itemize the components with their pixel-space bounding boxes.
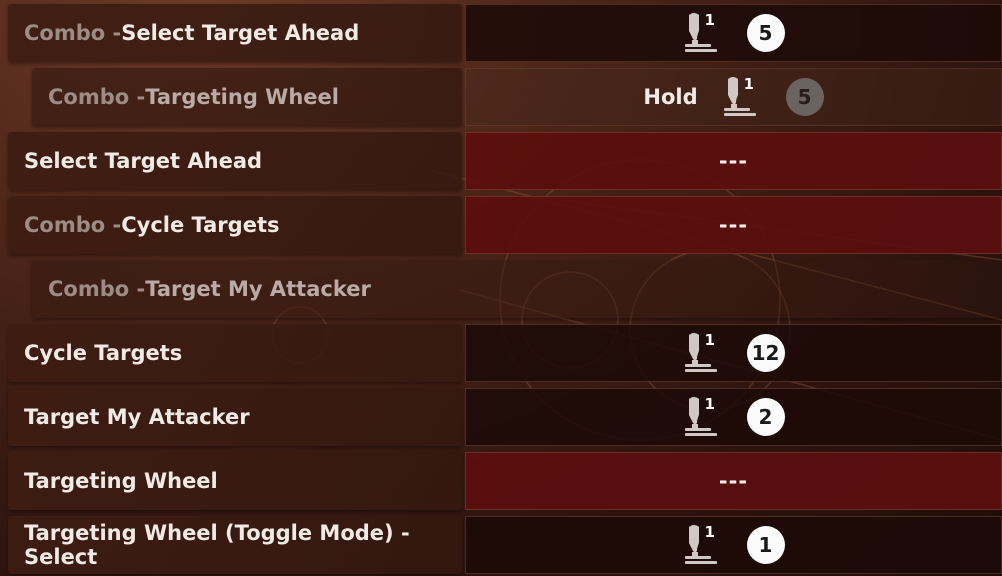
binding-cell[interactable]: --- [465,132,1002,190]
joystick-icon: 1 [683,11,723,55]
combo-prefix: Combo - [24,213,122,237]
action-name: Targeting Wheel (Toggle Mode) - Select [24,521,410,569]
action-label: Select Target Ahead [8,132,462,190]
binding: Hold 1 5 [643,75,824,119]
action-label: Targeting Wheel [8,452,462,510]
action-label: Targeting Wheel (Toggle Mode) - Select [8,516,462,574]
unbound-text: --- [718,213,749,237]
device-number: 1 [743,75,755,93]
binding: 1 2 [683,395,785,439]
action-label: Combo - Target My Attacker [32,260,1002,318]
binding-row[interactable]: Cycle Targets 1 12 [8,324,1002,382]
binding-cell[interactable]: 1 5 [465,4,1002,62]
action-name: Target My Attacker [145,277,371,301]
binding-row[interactable]: Combo - Cycle Targets --- [8,196,1002,254]
combo-prefix: Combo - [48,277,146,301]
combo-prefix: Combo - [48,85,146,109]
binding-cell[interactable]: 1 1 [465,516,1002,574]
unbound-text: --- [718,149,749,173]
action-name: Target My Attacker [24,405,250,429]
binding-cell[interactable]: --- [465,452,1002,510]
button-badge: 12 [746,334,785,372]
action-name: Select Target Ahead [121,21,360,45]
device-number: 1 [704,331,715,349]
binding-row[interactable]: Combo - Select Target Ahead 1 5 [8,4,1002,62]
device-number: 1 [704,11,715,29]
action-name: Cycle Targets [24,341,183,365]
action-name: Targeting Wheel [145,85,339,109]
binding-row[interactable]: Targeting Wheel --- [8,452,1002,510]
combo-prefix: Combo - [24,21,122,45]
joystick-icon: 1 [683,523,723,567]
hold-modifier: Hold [643,85,698,109]
button-badge: 5 [785,78,824,116]
joystick-icon: 1 [683,331,723,375]
binding-cell[interactable]: Hold 1 5 [465,68,1002,126]
binding-row[interactable]: Combo - Targeting Wheel Hold 1 5 [32,68,1002,126]
binding-row[interactable]: Target My Attacker 1 2 [8,388,1002,446]
binding-row[interactable]: Targeting Wheel (Toggle Mode) - Select 1… [8,516,1002,574]
action-label: Cycle Targets [8,324,462,382]
unbound-text: --- [718,469,749,493]
action-name: Select Target Ahead [24,149,263,173]
binding-cell[interactable]: 1 12 [465,324,1002,382]
binding-row[interactable]: Select Target Ahead --- [8,132,1002,190]
action-name: Targeting Wheel [24,469,218,493]
binding-row[interactable]: Combo - Target My Attacker [32,260,1002,318]
action-name: Cycle Targets [121,213,280,237]
action-label: Combo - Targeting Wheel [32,68,462,126]
button-badge: 1 [746,526,785,564]
binding-cell[interactable]: --- [465,196,1002,254]
button-badge: 2 [746,398,785,436]
device-number: 1 [704,523,715,541]
joystick-icon: 1 [683,395,723,439]
binding: 1 12 [683,331,785,375]
binding: 1 1 [683,523,785,567]
action-label: Target My Attacker [8,388,462,446]
binding-cell[interactable]: 1 2 [465,388,1002,446]
button-badge: 5 [746,14,785,52]
binding: 1 5 [683,11,785,55]
action-label: Combo - Cycle Targets [8,196,462,254]
joystick-icon: 1 [722,75,762,119]
action-label: Combo - Select Target Ahead [8,4,462,62]
device-number: 1 [704,395,715,413]
